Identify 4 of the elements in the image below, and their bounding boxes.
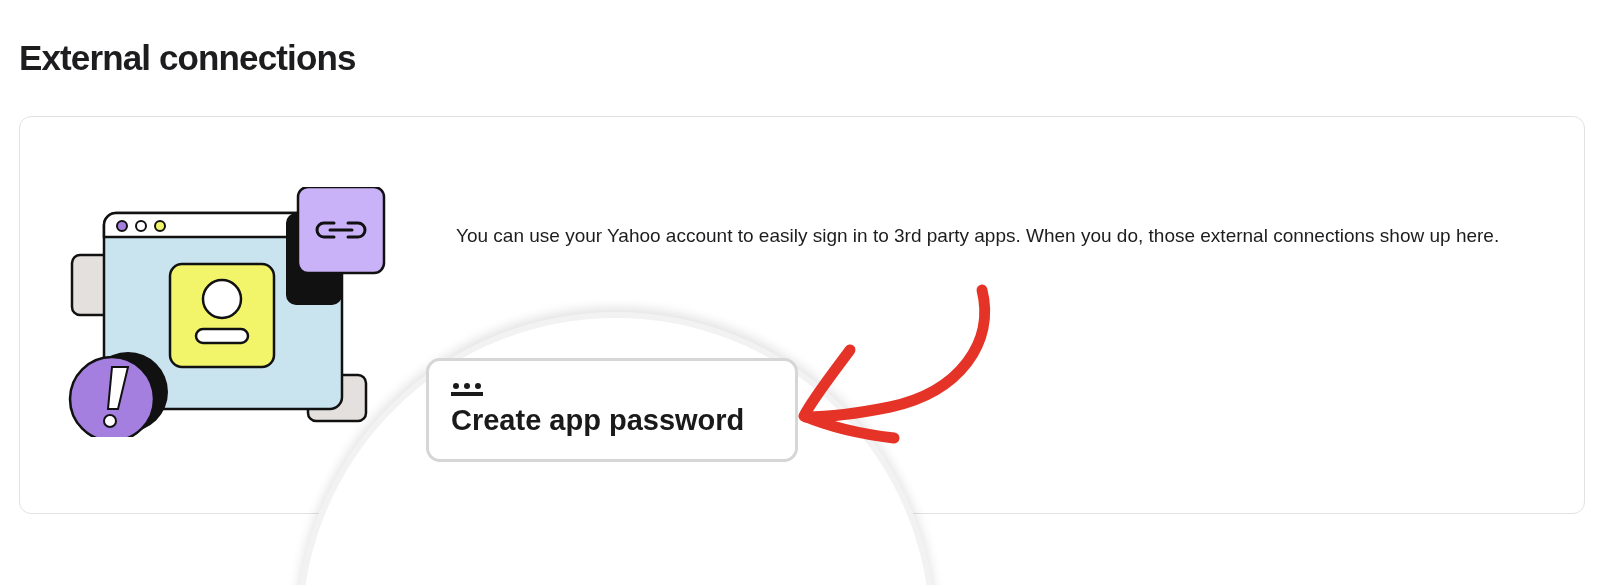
create-app-password-button[interactable]: Create app password	[426, 358, 798, 462]
password-icon	[451, 383, 483, 397]
page-title: External connections	[19, 37, 356, 79]
description-text: You can use your Yahoo account to easily sign in to 3rd party apps. When you do, those external connections show up here.	[456, 224, 1501, 248]
